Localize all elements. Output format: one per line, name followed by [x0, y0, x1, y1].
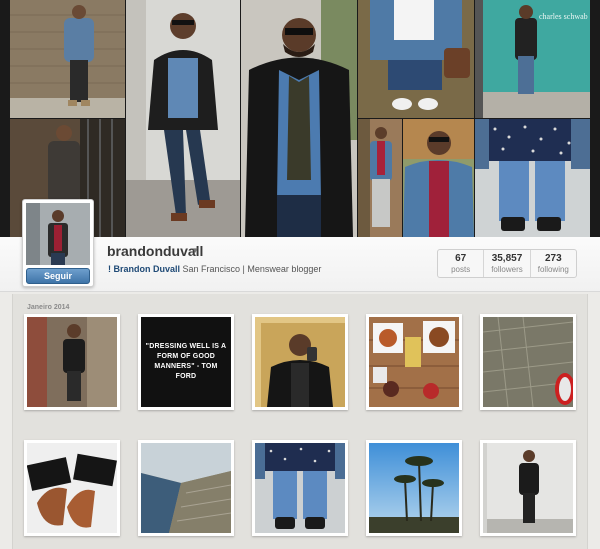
mosaic-photo-denim-wall [10, 0, 125, 118]
stat-posts-value: 67 [455, 253, 467, 264]
feed-photo-palm-trees[interactable] [366, 440, 462, 536]
profile-bio: ! Brandon Duvall San Francisco | Menswea… [108, 264, 321, 274]
profile-full-name[interactable]: ! Brandon Duvall [108, 264, 180, 274]
mosaic-photo-red-shirt-street [358, 119, 402, 237]
mosaic-photo-red-shirt-closeup [403, 119, 474, 237]
feed-photo-leather-alley[interactable] [24, 314, 120, 410]
mosaic-photo-polka-dot [475, 119, 590, 237]
stat-followers[interactable]: 35,857 followers [484, 250, 531, 277]
quote-text: "DRESSING WELL IS A FORM OF GOOD MANNERS… [141, 317, 231, 407]
avatar[interactable] [26, 203, 90, 265]
stat-following-label: following [537, 265, 569, 274]
feed-photo-brown-shoes[interactable] [24, 440, 120, 536]
feed-photo-food-table[interactable] [366, 314, 462, 410]
stat-followers-label: followers [491, 265, 523, 274]
profile-stats: 67 posts 35,857 followers 273 following [437, 249, 577, 278]
stat-followers-value: 35,857 [491, 253, 523, 264]
feed-photo-mirror-selfie[interactable] [252, 314, 348, 410]
feed-photo-white-wall[interactable] [480, 440, 576, 536]
stat-posts-label: posts [451, 265, 471, 274]
chevron-down-icon[interactable]: ▾ [193, 245, 198, 256]
profile-username: brandonduvall [107, 243, 204, 259]
mosaic-photo-denim-topdown [358, 0, 474, 118]
feed-photo-ripped-jeans[interactable] [252, 440, 348, 536]
feed-photo-aerial-city[interactable] [480, 314, 576, 410]
follow-button[interactable]: Seguir [26, 268, 90, 284]
mosaic-photo-storefront: charles schwab [475, 0, 590, 118]
feed-month-label: Janeiro 2014 [27, 304, 70, 311]
store-sign-text: charles schwab [539, 12, 588, 21]
profile-bio-text: San Francisco | Menswear blogger [182, 264, 322, 274]
feed-photo-tom-ford-quote[interactable]: "DRESSING WELL IS A FORM OF GOOD MANNERS… [138, 314, 234, 410]
feed-photo-aerial-coast[interactable] [138, 440, 234, 536]
mosaic-photo-leather-closeup [241, 0, 357, 237]
profile-avatar-card: Seguir [22, 199, 94, 287]
stat-posts[interactable]: 67 posts [438, 250, 485, 277]
stat-following-value: 273 [544, 253, 562, 264]
stat-following[interactable]: 273 following [531, 250, 576, 277]
mosaic-photo-leather-walk [126, 0, 240, 237]
